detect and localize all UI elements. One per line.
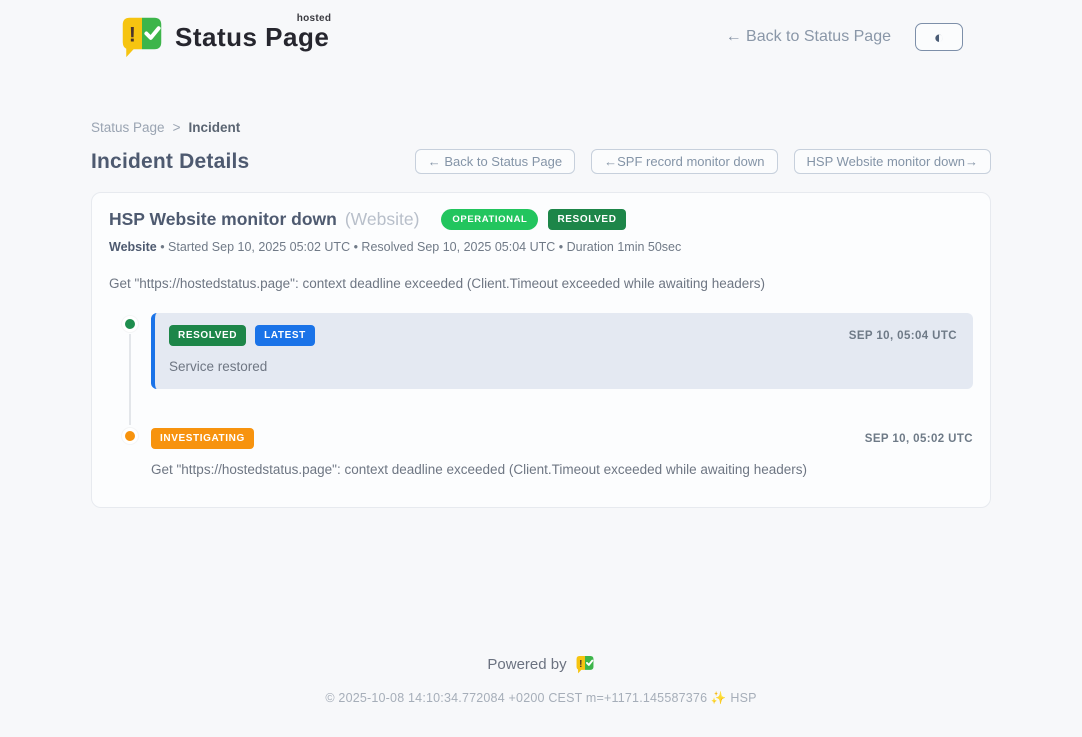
timeline-content: RESOLVED LATEST SEP 10, 05:04 UTC Servic… — [151, 313, 973, 389]
incident-component: Website — [109, 240, 157, 254]
prev-incident-button[interactable]: ←SPF record monitor down — [591, 149, 777, 174]
timeline-item-resolved: RESOLVED LATEST SEP 10, 05:04 UTC Servic… — [109, 313, 973, 425]
footer: Powered by ! © 2025-10-08 14:10:34.77208… — [0, 655, 1082, 706]
header-actions: ← Back to Status Page ◐ — [726, 23, 963, 51]
update-timestamp: SEP 10, 05:02 UTC — [865, 433, 973, 445]
timeline-content: INVESTIGATING SEP 10, 05:02 UTC Get "htt… — [151, 425, 973, 477]
back-to-status-page-button[interactable]: ← Back to Status Page — [415, 149, 575, 174]
incident-scope: (Website) — [345, 209, 420, 230]
main-content: Status Page > Incident Incident Details … — [91, 120, 991, 508]
update-message: Get "https://hostedstatus.page": context… — [151, 462, 973, 477]
timeline-rail — [109, 425, 151, 477]
header-back-link[interactable]: ← Back to Status Page — [726, 28, 891, 46]
powered-by: Powered by ! — [487, 655, 594, 674]
update-badge-row: RESOLVED LATEST SEP 10, 05:04 UTC — [169, 325, 957, 346]
next-incident-button[interactable]: HSP Website monitor down→ — [794, 149, 991, 174]
svg-text:!: ! — [579, 659, 582, 670]
update-status-badge: INVESTIGATING — [151, 428, 254, 449]
operational-badge: OPERATIONAL — [441, 209, 538, 230]
incident-nav-buttons: ← Back to Status Page ←SPF record monito… — [415, 149, 991, 174]
incident-title-row: HSP Website monitor down (Website) OPERA… — [109, 209, 973, 230]
update-timestamp: SEP 10, 05:04 UTC — [849, 330, 957, 342]
brand-superscript: hosted — [297, 13, 332, 24]
incident-timeline: RESOLVED LATEST SEP 10, 05:04 UTC Servic… — [109, 313, 973, 477]
update-badge-row: INVESTIGATING SEP 10, 05:02 UTC — [151, 428, 973, 449]
contrast-icon: ◐ — [934, 29, 944, 46]
brand-name: Status Page hosted — [175, 22, 329, 53]
breadcrumb-separator: > — [173, 120, 181, 135]
powered-by-label: Powered by — [487, 656, 566, 673]
breadcrumb-status-page[interactable]: Status Page — [91, 120, 165, 135]
brand-bubble-icon: ! — [119, 16, 165, 58]
header: ! Status Page hosted ← Back to Status Pa… — [91, 0, 991, 58]
timeline-rail — [109, 313, 151, 425]
breadcrumb: Status Page > Incident — [91, 120, 991, 135]
latest-badge: LATEST — [255, 325, 315, 346]
page-title: Incident Details — [91, 150, 249, 174]
update-message: Service restored — [169, 359, 957, 374]
svg-text:!: ! — [129, 23, 136, 46]
incident-meta-details: • Started Sep 10, 2025 05:02 UTC • Resol… — [160, 240, 681, 254]
incident-title: HSP Website monitor down — [109, 209, 337, 230]
timeline-connector — [129, 334, 131, 425]
timeline-dot-orange — [122, 428, 138, 444]
breadcrumb-incident: Incident — [188, 120, 240, 135]
statuspage-logo[interactable]: ! Status Page hosted — [119, 16, 329, 58]
footer-brand-bubble-icon[interactable]: ! — [575, 655, 595, 674]
incident-meta: Website • Started Sep 10, 2025 05:02 UTC… — [109, 240, 973, 254]
timeline-dot-green — [122, 316, 138, 332]
title-row: Incident Details ← Back to Status Page ←… — [91, 149, 991, 174]
copyright-line: © 2025-10-08 14:10:34.772084 +0200 CEST … — [0, 691, 1082, 706]
incident-card: HSP Website monitor down (Website) OPERA… — [91, 192, 991, 508]
update-status-badge: RESOLVED — [169, 325, 246, 346]
latest-update-panel: RESOLVED LATEST SEP 10, 05:04 UTC Servic… — [151, 313, 973, 389]
resolved-badge: RESOLVED — [548, 209, 625, 230]
timeline-item-investigating: INVESTIGATING SEP 10, 05:02 UTC Get "htt… — [109, 425, 973, 477]
incident-description: Get "https://hostedstatus.page": context… — [109, 276, 973, 291]
theme-toggle-button[interactable]: ◐ — [915, 23, 963, 51]
incident-badges: OPERATIONAL RESOLVED — [441, 209, 625, 230]
